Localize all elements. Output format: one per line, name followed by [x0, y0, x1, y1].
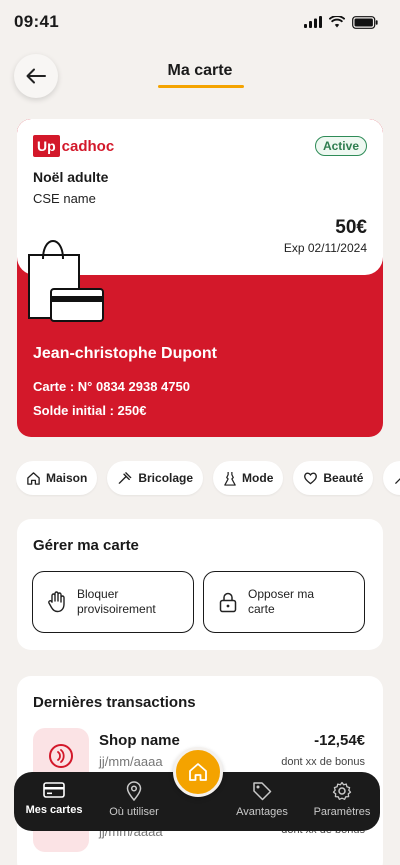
- transaction-bonus: dont xx de bonus: [281, 756, 365, 768]
- nav-mes-cartes[interactable]: Mes cartes: [16, 781, 92, 816]
- nav-label: Où utiliser: [109, 806, 159, 818]
- signal-icon: [304, 16, 322, 28]
- oppose-label-line2: carte: [248, 602, 275, 616]
- upcadhoc-logo: Up cadhoc: [33, 135, 114, 157]
- chip-label: Beauté: [323, 471, 364, 485]
- hand-icon: [48, 591, 65, 613]
- block-label: Bloquer provisoirement: [77, 587, 156, 617]
- chip-label: Mode: [242, 471, 274, 485]
- transactions-title: Dernières transactions: [33, 694, 196, 711]
- gear-icon: [332, 781, 352, 800]
- status-badge: Active: [314, 136, 367, 156]
- card-holder: Jean-christophe Dupont: [33, 345, 218, 362]
- card-icon: [43, 782, 65, 798]
- dress-icon: [224, 471, 236, 486]
- chip-beaute[interactable]: Beauté: [293, 461, 374, 495]
- oppose-label: Opposer ma carte: [248, 587, 314, 617]
- transaction-amount: -12,54€: [314, 732, 365, 749]
- card-name: Noël adulte: [33, 169, 109, 185]
- contactless-icon: [49, 744, 73, 768]
- chip-partial[interactable]: [383, 461, 400, 495]
- transaction-date: jj/mm/aaaa: [99, 754, 163, 769]
- wifi-icon: [329, 16, 345, 28]
- nav-label: Mes cartes: [25, 804, 83, 816]
- status-icons: [304, 15, 378, 29]
- card-amount: 50€: [335, 217, 367, 238]
- gift-card: Up cadhoc Active Noël adulte CSE name 50…: [17, 119, 383, 437]
- title-underline: [158, 85, 244, 88]
- map-pin-icon: [126, 781, 142, 801]
- card-initial-balance: Solde initial : 250€: [33, 403, 147, 418]
- status-bar: 09:41: [0, 0, 400, 44]
- category-chips: Maison Bricolage Mode Beauté: [16, 461, 400, 497]
- card-cse: CSE name: [33, 191, 96, 206]
- lock-icon: [219, 592, 237, 613]
- home-button[interactable]: [173, 747, 223, 797]
- card-number: Carte : N° 0834 2938 4750: [33, 379, 190, 394]
- nav-parametres[interactable]: Paramètres: [304, 781, 380, 818]
- chip-label: Maison: [46, 471, 88, 485]
- card-expiry: Exp 02/11/2024: [283, 241, 367, 255]
- manage-card-title: Gérer ma carte: [33, 537, 139, 554]
- shopping-bag-card-illustration: [28, 240, 104, 322]
- heart-icon: [304, 472, 318, 485]
- logo-cadhoc: cadhoc: [61, 137, 115, 155]
- nav-ou-utiliser[interactable]: Où utiliser: [96, 781, 172, 818]
- block-label-line2: provisoirement: [77, 602, 156, 616]
- block-label-line1: Bloquer: [77, 587, 119, 601]
- tools-icon: [119, 471, 132, 484]
- nav-label: Paramètres: [313, 806, 371, 818]
- nav-avantages[interactable]: Avantages: [224, 781, 300, 818]
- chip-label: Bricolage: [138, 471, 194, 485]
- page-title: Ma carte: [167, 62, 233, 79]
- transaction-shop-name: Shop name: [99, 732, 180, 749]
- status-time: 09:41: [14, 12, 59, 31]
- nav-label: Avantages: [236, 806, 288, 818]
- chip-mode[interactable]: Mode: [213, 461, 284, 495]
- oppose-label-line1: Opposer ma: [248, 587, 315, 601]
- manage-card-panel: Gérer ma carte Bloquer provisoirement Op…: [17, 519, 383, 650]
- home-icon: [189, 763, 207, 781]
- chip-maison[interactable]: Maison: [16, 461, 98, 495]
- category-icon: [395, 477, 400, 484]
- tag-icon: [253, 782, 272, 801]
- battery-icon: [352, 15, 378, 29]
- chip-bricolage[interactable]: Bricolage: [107, 461, 204, 495]
- logo-up: Up: [33, 135, 60, 157]
- oppose-card-button[interactable]: Opposer ma carte: [203, 571, 365, 633]
- block-temporarily-button[interactable]: Bloquer provisoirement: [32, 571, 194, 633]
- page-header: Ma carte: [0, 52, 400, 98]
- house-icon: [27, 471, 40, 485]
